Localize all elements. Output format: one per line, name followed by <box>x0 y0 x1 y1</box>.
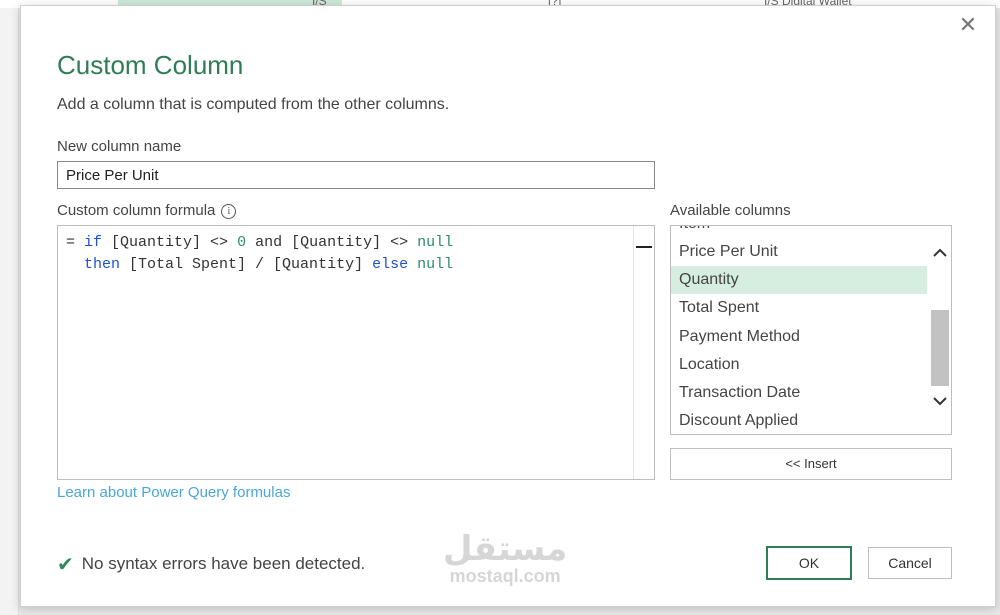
formula-number: 0 <box>237 234 247 251</box>
available-columns-list[interactable]: Item Price Per Unit Quantity Total Spent… <box>670 225 952 435</box>
formula-editor[interactable]: = if [Quantity] <> 0 and [Quantity] <> n… <box>57 225 655 480</box>
column-item[interactable]: Item <box>671 226 927 238</box>
insert-button[interactable]: << Insert <box>670 448 952 480</box>
formula-keyword-then: then <box>84 256 121 273</box>
formula-token: [Quantity] <> <box>291 234 418 251</box>
syntax-status: ✔ No syntax errors have been detected. <box>57 552 365 577</box>
scrollbar-thumb[interactable] <box>931 310 949 386</box>
formula-keyword-and: and <box>246 234 292 251</box>
new-column-name-label: New column name <box>57 138 182 155</box>
checkmark-icon: ✔ <box>57 554 74 576</box>
formula-token: [Total Spent] / [Quantity] <box>120 256 373 273</box>
chevron-down-icon[interactable] <box>931 394 949 412</box>
formula-keyword-else: else <box>372 256 409 273</box>
column-item[interactable]: Discount Applied <box>671 407 927 434</box>
formula-scrollbar[interactable] <box>633 226 654 479</box>
scroll-indicator <box>636 246 652 248</box>
available-columns-label: Available columns <box>670 202 791 219</box>
new-column-name-input[interactable] <box>57 161 655 189</box>
formula-token: = <box>66 234 85 251</box>
column-item[interactable]: Total Spent <box>671 294 927 322</box>
column-item[interactable]: Transaction Date <box>671 379 927 407</box>
spreadsheet-row-header <box>0 0 19 615</box>
column-item-selected[interactable]: Quantity <box>671 266 927 294</box>
column-item[interactable]: Payment Method <box>671 323 927 351</box>
dialog-subtitle: Add a column that is computed from the o… <box>57 96 450 113</box>
custom-column-dialog: ✕ Custom Column Add a column that is com… <box>20 5 996 607</box>
formula-keyword-null: null <box>417 256 454 273</box>
syntax-status-text: No syntax errors have been detected. <box>81 553 366 573</box>
custom-column-formula-label: Custom column formula <box>57 202 216 219</box>
formula-code[interactable]: = if [Quantity] <> 0 and [Quantity] <> n… <box>66 232 453 276</box>
close-icon[interactable]: ✕ <box>955 12 981 38</box>
column-item[interactable]: Price Per Unit <box>671 238 927 266</box>
cancel-button[interactable]: Cancel <box>868 547 952 579</box>
formula-label-row: Custom column formula i <box>57 202 237 219</box>
columns-scrollbar[interactable] <box>929 226 951 434</box>
ok-button[interactable]: OK <box>766 546 852 580</box>
learn-power-query-link[interactable]: Learn about Power Query formulas <box>57 484 290 501</box>
watermark-latin: mostaql.com <box>449 566 561 586</box>
formula-space <box>408 256 417 273</box>
formula-keyword-null: null <box>417 234 454 251</box>
formula-indent <box>66 256 84 273</box>
formula-keyword-if: if <box>84 234 103 251</box>
watermark-arabic: مستقل <box>443 529 568 569</box>
info-icon[interactable]: i <box>221 203 237 219</box>
column-item[interactable]: Location <box>671 351 927 379</box>
chevron-up-icon[interactable] <box>931 246 949 264</box>
formula-token: [Quantity] <> <box>102 234 238 251</box>
dialog-title: Custom Column <box>57 50 244 80</box>
watermark: مستقل mostaql.com <box>443 532 567 586</box>
